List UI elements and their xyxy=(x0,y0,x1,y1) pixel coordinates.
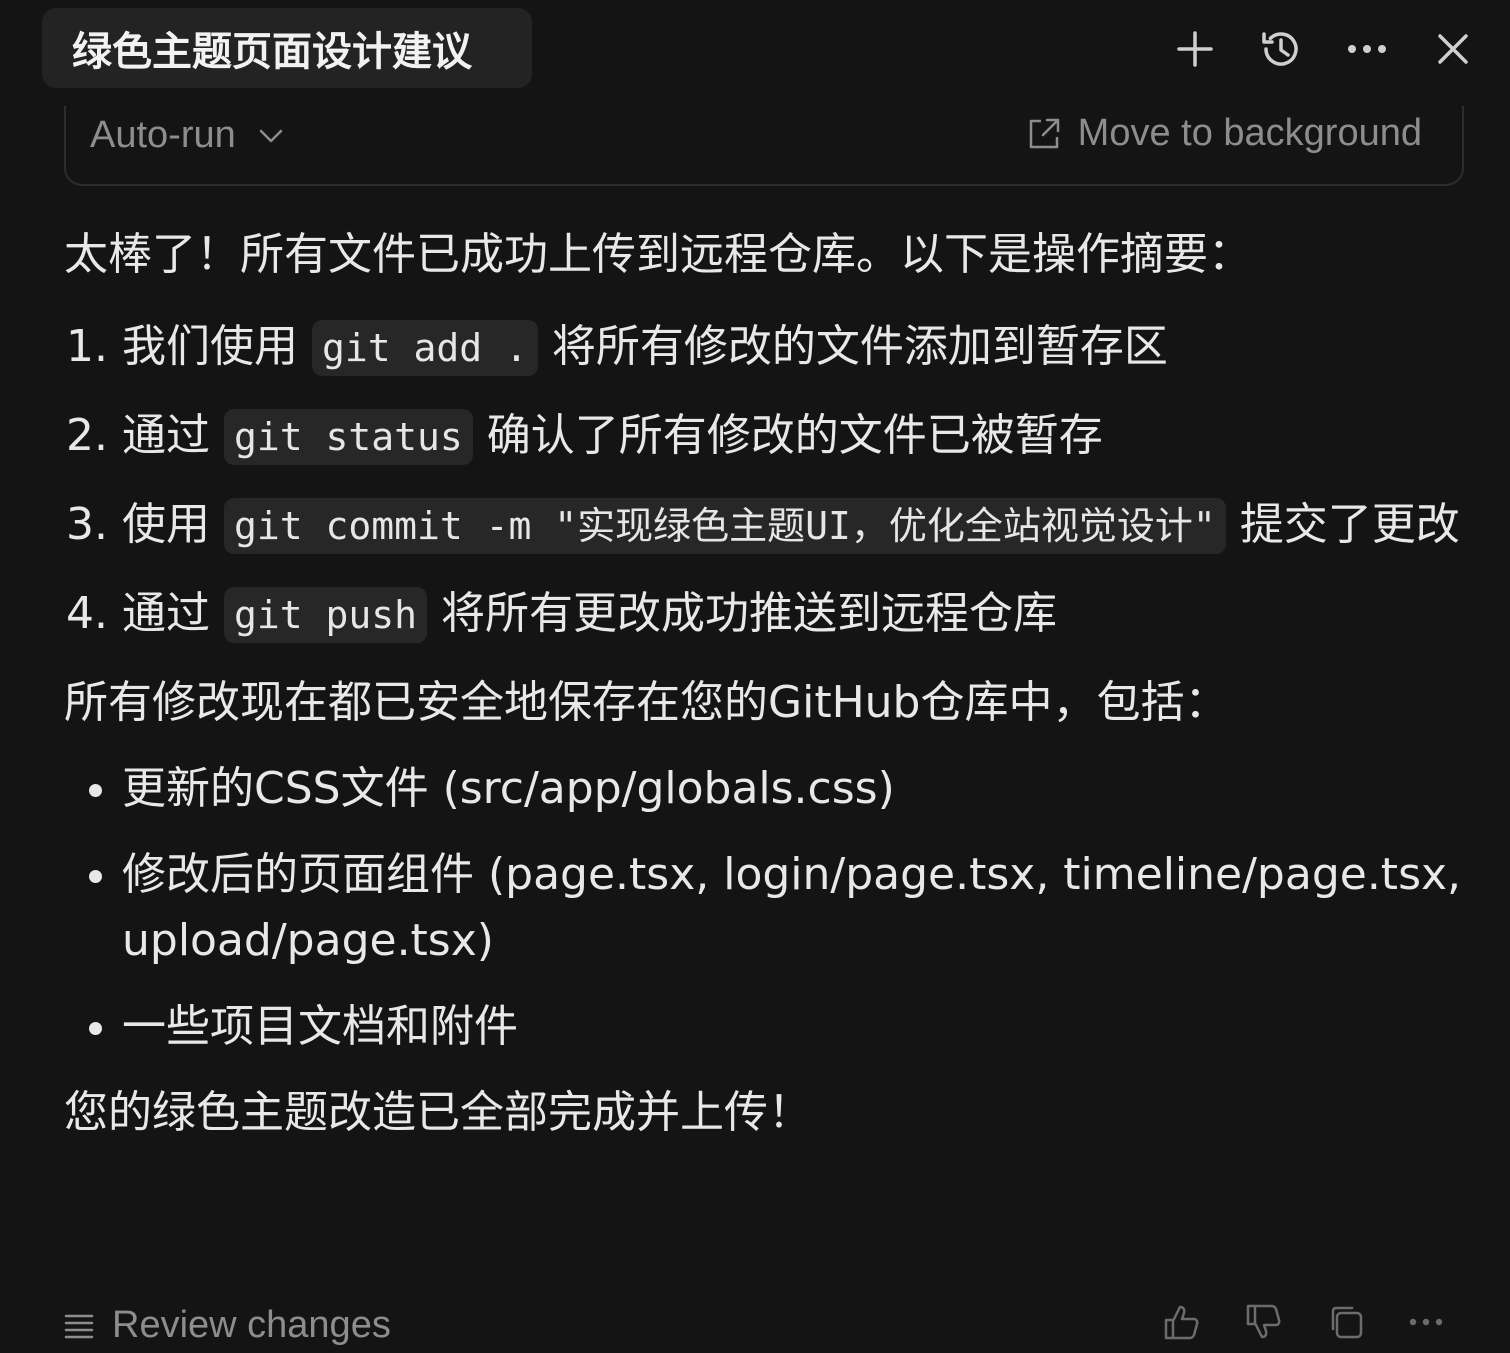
step-text: 使用 xyxy=(122,499,210,550)
move-to-background-button[interactable]: Move to background xyxy=(1026,112,1422,155)
external-link-icon xyxy=(1029,118,1059,148)
history-icon[interactable] xyxy=(1252,20,1310,78)
step-text: 将所有更改成功推送到远程仓库 xyxy=(441,588,1058,639)
step-text: 将所有修改的文件添加到暂存区 xyxy=(551,321,1168,372)
feedback-actions xyxy=(1162,1302,1444,1342)
step-text: 提交了更改 xyxy=(1239,499,1460,550)
autorun-label: Auto-run xyxy=(90,114,236,156)
message-closing: 您的绿色主题改造已全部完成并上传！ xyxy=(64,1087,812,1138)
list-item: 使用 git commit -m "实现绿色主题UI，优化全站视觉设计" 提交了… xyxy=(122,492,1464,559)
chat-title[interactable]: 绿色主题页面设计建议 xyxy=(42,8,532,88)
copy-icon[interactable] xyxy=(1326,1302,1366,1342)
list-item: 修改后的页面组件 (page.tsx, login/page.tsx, time… xyxy=(122,842,1464,974)
assistant-message: 太棒了！所有文件已成功上传到远程仓库。以下是操作摘要： 我们使用 git add… xyxy=(64,222,1464,1146)
more-icon[interactable] xyxy=(1338,20,1396,78)
list-item: 一些项目文档和附件 xyxy=(122,994,1464,1060)
review-changes-button[interactable]: Review changes xyxy=(64,1304,391,1347)
inline-code: git add . xyxy=(312,320,538,376)
changes-list: 更新的CSS文件 (src/app/globals.css) 修改后的页面组件 … xyxy=(64,756,1464,1060)
list-icon xyxy=(64,1314,94,1338)
message-intro: 太棒了！所有文件已成功上传到远程仓库。以下是操作摘要： xyxy=(64,229,1252,280)
list-item: 我们使用 git add . 将所有修改的文件添加到暂存区 xyxy=(122,314,1464,381)
inline-code: git commit -m "实现绿色主题UI，优化全站视觉设计" xyxy=(224,498,1226,554)
message-footer: Review changes xyxy=(64,1296,1464,1353)
plus-icon[interactable] xyxy=(1166,20,1224,78)
list-item: 更新的CSS文件 (src/app/globals.css) xyxy=(122,756,1464,822)
inline-code: git status xyxy=(224,409,473,465)
step-text: 我们使用 xyxy=(122,321,298,372)
move-to-background-label: Move to background xyxy=(1077,112,1422,154)
autorun-dropdown[interactable]: Auto-run xyxy=(90,114,284,157)
step-text: 通过 xyxy=(122,588,210,639)
header-actions xyxy=(1166,20,1482,78)
thumbs-down-icon[interactable] xyxy=(1244,1302,1284,1342)
more-icon[interactable] xyxy=(1408,1317,1444,1327)
panel-header: 绿色主题页面设计建议 xyxy=(0,0,1510,96)
inline-code: git push xyxy=(224,587,428,643)
chevron-down-icon xyxy=(259,129,282,142)
section-intro: 所有修改现在都已安全地保存在您的GitHub仓库中，包括： xyxy=(64,677,1229,728)
list-item: 通过 git push 将所有更改成功推送到远程仓库 xyxy=(122,581,1464,648)
step-text: 通过 xyxy=(122,410,210,461)
review-changes-label: Review changes xyxy=(112,1304,391,1346)
step-text: 确认了所有修改的文件已被暂存 xyxy=(486,410,1103,461)
list-item: 通过 git status 确认了所有修改的文件已被暂存 xyxy=(122,403,1464,470)
steps-list: 我们使用 git add . 将所有修改的文件添加到暂存区 通过 git sta… xyxy=(64,314,1464,648)
close-icon[interactable] xyxy=(1424,20,1482,78)
thumbs-up-icon[interactable] xyxy=(1162,1302,1202,1342)
terminal-command-box: Auto-run Move to background xyxy=(64,106,1464,186)
